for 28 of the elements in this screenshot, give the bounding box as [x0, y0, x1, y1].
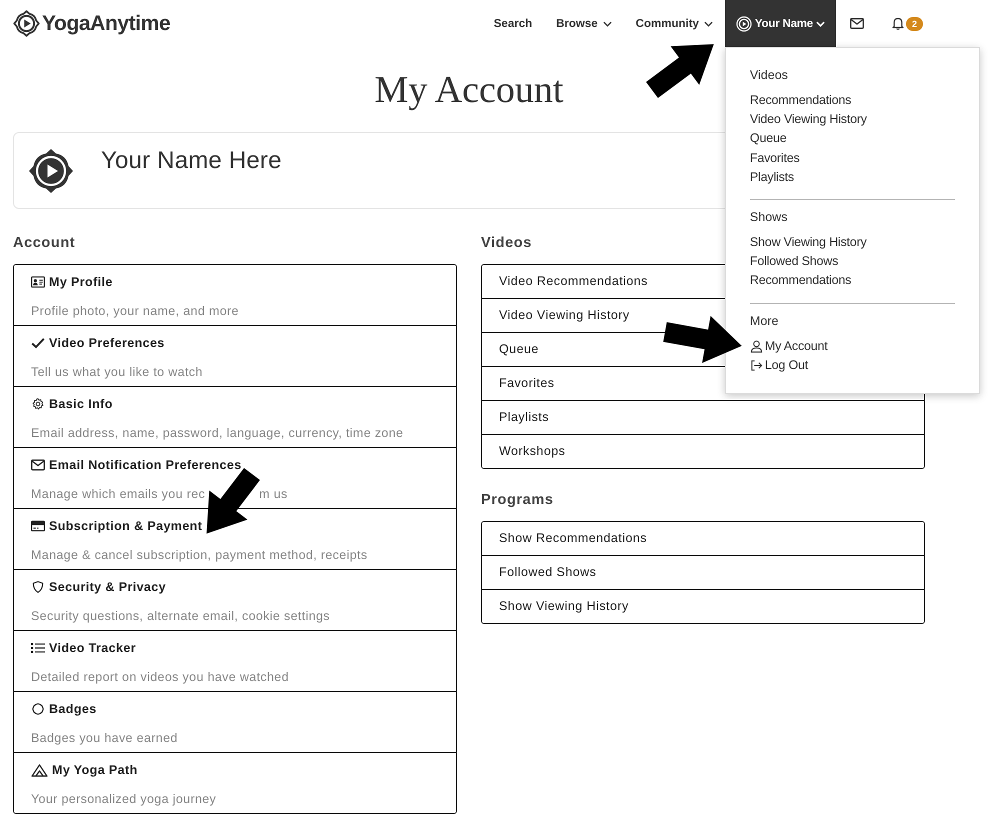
section-heading: Videos [481, 234, 532, 253]
option-title: My Profile [49, 275, 113, 289]
option-description: Your personalized yoga journey [31, 792, 216, 806]
option-description: Manage & cancel subscription, payment method, receipts [31, 548, 368, 562]
option-title: Badges [49, 702, 97, 716]
menu-section-heading: Videos [750, 67, 789, 84]
section-heading: Programs [481, 491, 554, 510]
option-description: Profile photo, your name, and more [31, 304, 239, 318]
option-title: Email Notification Preferences [49, 458, 242, 472]
option-title: Security & Privacy [49, 580, 166, 594]
option-title: Subscription & Payment [49, 519, 202, 533]
option-description: Tell us what you like to watch [31, 365, 203, 379]
profile-name: Your Name Here [101, 146, 282, 176]
notification-badge: 2 [906, 16, 923, 30]
section-heading: Account [13, 234, 76, 253]
menu-section-heading: More [750, 312, 780, 330]
option-title: Video Preferences [49, 336, 165, 350]
option-description: Detailed report on videos you have watched [31, 670, 289, 684]
option-description: Security questions, alternate email, cookie settings [31, 609, 330, 623]
option-title: My Yoga Path [52, 763, 138, 777]
option-description: Manage which emails you rec [31, 487, 206, 501]
option-title: Basic Info [49, 397, 113, 411]
menu-section-heading: Shows [750, 209, 788, 226]
option-description: Badges you have earned [31, 731, 178, 745]
option-description: Email address, name, password, language, currency, time zone [31, 426, 404, 440]
page-title: My Account [374, 68, 564, 112]
option-title: Video Tracker [49, 641, 136, 655]
option-description: m us [259, 487, 288, 501]
